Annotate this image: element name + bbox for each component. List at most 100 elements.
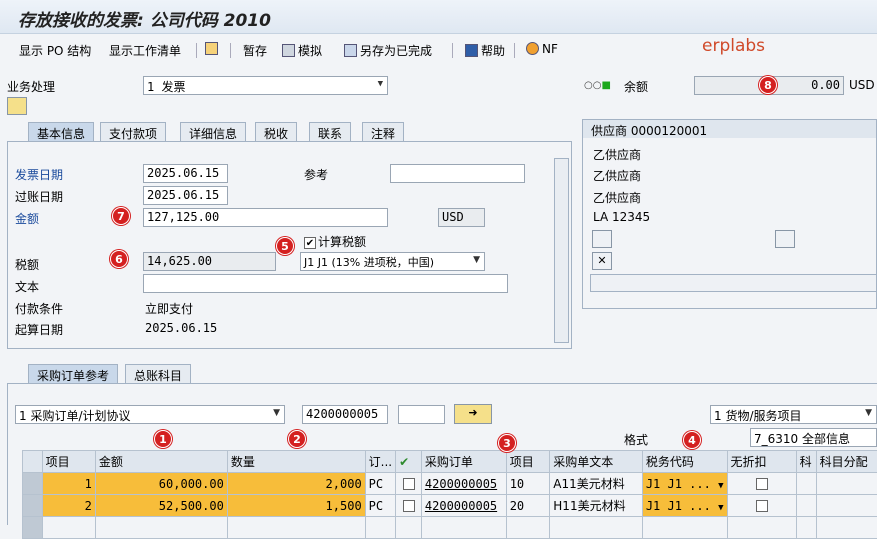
tax-code-select[interactable]: J1 J1 (13% 进项税，中国) [300,252,485,271]
qty-cell[interactable] [227,517,365,539]
invoice-date-input[interactable]: 2025.06.15 [143,164,228,183]
no-discount-checkbox[interactable] [727,473,796,495]
po-text-cell: H11美元材料 [550,495,643,517]
po-text-cell: A11美元材料 [550,473,643,495]
item-cell[interactable] [42,517,95,539]
col-tax-code-header[interactable]: 税务代码 [642,451,727,473]
show-worklist-button[interactable]: 显示工作清单 [109,42,181,59]
row-selector[interactable] [23,473,43,495]
table-row[interactable] [23,517,877,539]
baseline-date-value: 2025.06.15 [145,321,217,335]
row-selector[interactable] [23,517,43,539]
vendor-line-4: LA 12345 [593,210,650,224]
item-cell[interactable]: 2 [42,495,95,517]
layout-select[interactable]: 7_6310 全部信息 [750,428,877,447]
tax-code-cell[interactable]: J1 J1 ... ▼ [642,473,727,495]
show-po-structure-button[interactable]: 显示 PO 结构 [19,42,91,59]
tab-contact[interactable]: 联系 [309,122,351,141]
tax-code-cell[interactable]: J1 J1 ... ▼ [642,495,727,517]
row-selector[interactable] [23,495,43,517]
qty-cell[interactable]: 1,500 [227,495,365,517]
po-item-input[interactable] [398,405,445,424]
tab-details[interactable]: 详细信息 [180,122,246,141]
amount-cell[interactable] [95,517,227,539]
payment-terms-label: 付款条件 [15,300,63,317]
po-link[interactable]: 4200000005 [425,499,497,513]
page-title: 存放接收的发票: 公司代码 2010 [18,6,271,31]
simulate-button[interactable]: 模拟 [282,42,322,59]
reference-input[interactable] [390,164,525,183]
text-input[interactable] [143,274,508,293]
col-account-header[interactable]: 科 [796,451,816,473]
tab-tax[interactable]: 税收 [255,122,297,141]
calc-tax-checkbox[interactable]: ✔ [304,233,316,249]
table-row[interactable]: 2 52,500.00 1,500 PC 4200000005 20 H11美元… [23,495,877,517]
transaction-value: 1 发票 [147,80,185,94]
help-button[interactable]: 帮助 [465,42,505,59]
row-selector-header[interactable] [23,451,43,473]
tab-basic[interactable]: 基本信息 [28,122,94,141]
vendor-bank-bar [590,274,877,292]
tab-payment[interactable]: 支付款项 [100,122,166,141]
item-type-select[interactable]: 1 货物/服务项目 [710,405,877,424]
toggle-icon[interactable] [7,97,27,115]
po-cell[interactable]: 4200000005 [421,495,506,517]
layout-label: 格式 [624,431,648,448]
simulate-icon [282,44,295,57]
amount-input[interactable]: 127,125.00 [143,208,388,227]
col-check-header[interactable]: ✔ [396,451,422,473]
account-assignment-cell [816,517,877,539]
annotation-badge-4: 4 [683,431,701,449]
vendor-details-icon[interactable] [592,230,612,248]
vertical-scrollbar[interactable] [554,158,569,343]
amount-cell[interactable]: 52,500.00 [95,495,227,517]
no-discount-checkbox[interactable] [727,495,796,517]
nf-button[interactable]: NF [526,42,558,56]
amount-cell[interactable]: 60,000.00 [95,473,227,495]
vendor-change-icon[interactable] [775,230,795,248]
transaction-label: 业务处理 [7,78,55,95]
tax-code-value: J1 J1 (13% 进项税，中国) [304,256,434,269]
dropdown-icon: ▼ [718,481,723,491]
tab-notes[interactable]: 注释 [362,122,404,141]
transaction-select[interactable]: 1 发票 [143,76,388,95]
reference-type-value: 1 采购订单/计划协议 [19,409,131,423]
account-assignment-cell [816,473,877,495]
tab-po-reference[interactable]: 采购订单参考 [28,364,118,383]
col-account-assignment-header[interactable]: 科目分配 [816,451,877,473]
vendor-header: 供应商 0000120001 [583,120,876,138]
save-completed-button[interactable]: 另存为已完成 [344,42,432,59]
po-item-cell: 20 [506,495,550,517]
po-item-cell [506,517,550,539]
col-amount-header[interactable]: 金额 [95,451,227,473]
transfer-arrow-icon[interactable]: ➜ [454,404,492,424]
po-link[interactable]: 4200000005 [425,477,497,491]
col-no-discount-header[interactable]: 无折扣 [727,451,796,473]
tab-gl-account[interactable]: 总账科目 [125,364,191,383]
col-qty-header[interactable]: 数量 [227,451,365,473]
reference-type-select[interactable]: 1 采购订单/计划协议 [15,405,285,424]
col-po-text-header[interactable]: 采购单文本 [550,451,643,473]
unit-cell [365,517,395,539]
save-icon [344,44,357,57]
col-item-header[interactable]: 项目 [42,451,95,473]
item-cell[interactable]: 1 [42,473,95,495]
amount-currency: USD [438,208,485,227]
vendor-delete-icon[interactable]: ✕ [592,252,612,270]
table-row[interactable]: 1 60,000.00 2,000 PC 4200000005 10 A11美元… [23,473,877,495]
col-po-header[interactable]: 采购订单 [421,451,506,473]
select-checkbox[interactable] [396,473,422,495]
nf-icon [526,42,539,55]
qty-cell[interactable]: 2,000 [227,473,365,495]
select-checkbox[interactable] [396,495,422,517]
col-po-item-header[interactable]: 项目 [506,451,550,473]
no-discount-cell [727,517,796,539]
col-unit-header[interactable]: 订... [365,451,395,473]
po-number-input[interactable]: 4200000005 [302,405,388,424]
po-cell[interactable]: 4200000005 [421,473,506,495]
posting-date-input[interactable]: 2025.06.15 [143,186,228,205]
hold-button[interactable]: 暂存 [243,42,267,59]
clipboard-icon[interactable] [205,42,221,56]
annotation-badge-8: 8 [759,76,777,94]
po-text-cell [550,517,643,539]
